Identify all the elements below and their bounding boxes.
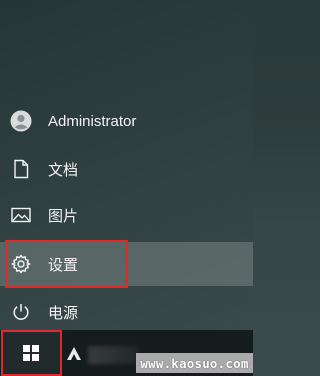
power-label: 电源 [48,304,79,322]
gear-icon [10,253,32,275]
watermark-text: www.kaosuo.com [140,355,249,371]
start-button[interactable] [2,332,60,374]
power-item[interactable]: 电源 [0,290,253,334]
picture-icon [10,204,32,226]
account-label: Administrator [48,112,137,130]
pictures-label: 图片 [48,207,79,225]
settings-item[interactable]: 设置 [0,242,253,286]
watermark: www.kaosuo.com [136,353,253,373]
windows-logo-icon [23,345,39,361]
app-icon[interactable] [66,346,82,362]
user-avatar-icon [10,110,32,132]
documents-label: 文档 [48,161,79,179]
account-item[interactable]: Administrator [0,99,253,143]
start-menu: Administrator 文档 图片 设置 电源 [0,0,253,330]
pictures-item[interactable]: 图片 [0,193,253,237]
blurred-taskbar-item [88,346,138,364]
power-icon [10,301,32,323]
settings-label: 设置 [48,256,79,274]
document-icon [10,158,32,180]
documents-item[interactable]: 文档 [0,147,253,191]
